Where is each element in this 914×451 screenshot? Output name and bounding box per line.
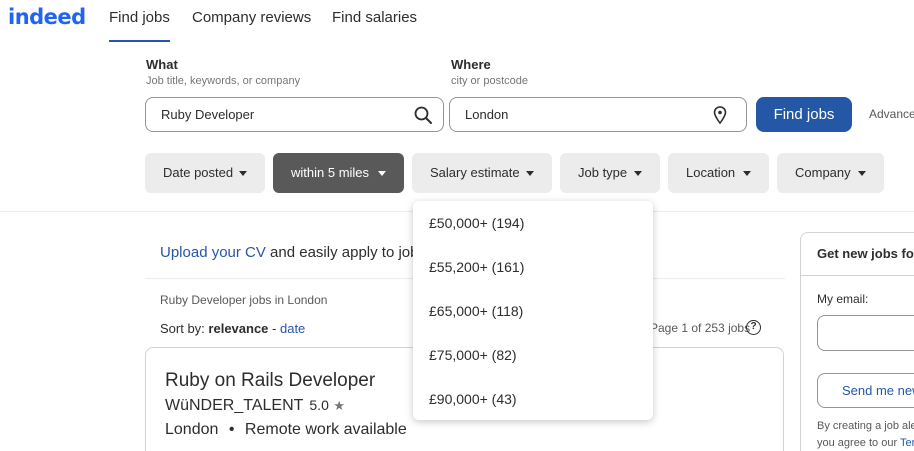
salary-option[interactable]: £65,000+ (118)	[429, 303, 523, 319]
filter-label: Location	[686, 165, 736, 180]
nav-find-jobs[interactable]: Find jobs	[109, 9, 170, 42]
terms-line-1: By creating a job alert,	[817, 420, 914, 432]
sort-date-link[interactable]: date	[280, 321, 305, 336]
location-text: London	[165, 421, 219, 438]
caret-down-icon	[743, 171, 751, 176]
filter-salary-estimate[interactable]: Salary estimate	[412, 153, 552, 193]
nav-find-salaries[interactable]: Find salaries	[332, 9, 417, 42]
filter-company[interactable]: Company	[777, 153, 884, 193]
filter-label: Job type	[578, 165, 628, 180]
salary-dropdown: £50,000+ (194) £55,200+ (161) £65,000+ (…	[413, 201, 653, 420]
caret-down-icon	[858, 171, 866, 176]
what-sublabel: Job title, keywords, or company	[146, 75, 301, 87]
terms-link[interactable]: Terms	[900, 437, 914, 449]
terms-line-2: you agree to our Terms	[817, 435, 914, 451]
alert-terms-text: By creating a job alert, you agree to ou…	[817, 418, 914, 451]
divider	[801, 275, 914, 276]
filter-distance[interactable]: within 5 miles	[273, 153, 404, 193]
job-location: London • Remote work available	[165, 421, 407, 439]
salary-option[interactable]: £55,200+ (161)	[429, 259, 524, 275]
location-pin-icon	[713, 106, 727, 125]
email-input[interactable]	[817, 315, 914, 351]
remote-badge: Remote work available	[244, 421, 407, 438]
what-input-value: Ruby Developer	[161, 107, 255, 122]
caret-down-icon	[526, 171, 534, 176]
job-title[interactable]: Ruby on Rails Developer	[165, 370, 375, 392]
caret-down-icon	[378, 171, 386, 176]
sort-label: Sort by:	[160, 321, 205, 336]
send-jobs-button[interactable]: Send me new jobs	[817, 373, 914, 408]
where-label: Where	[451, 57, 491, 72]
filter-date-posted[interactable]: Date posted	[145, 153, 265, 193]
breadcrumb: Ruby Developer jobs in London	[160, 293, 328, 307]
bullet-separator: •	[228, 421, 235, 438]
where-input-value: London	[465, 107, 509, 122]
salary-option[interactable]: £90,000+ (43)	[429, 391, 517, 407]
top-nav: indeed Find jobs Company reviews Find sa…	[0, 0, 914, 42]
where-input[interactable]: London	[449, 97, 747, 132]
sort-relevance: relevance	[208, 321, 269, 336]
job-company: WüNDER_TALENT 5.0 ★	[165, 397, 345, 415]
nav-company-reviews[interactable]: Company reviews	[192, 9, 311, 42]
job-alert-title: Get new jobs for this search by email	[817, 246, 914, 261]
job-alert-panel: Get new jobs for this search by email My…	[800, 232, 914, 451]
indeed-logo[interactable]: indeed	[8, 5, 86, 29]
what-label: What	[146, 57, 178, 72]
page-count: Page 1 of 253 jobs	[650, 321, 751, 335]
what-input[interactable]: Ruby Developer	[145, 97, 444, 132]
caret-down-icon	[634, 171, 642, 176]
find-jobs-button[interactable]: Find jobs	[756, 97, 852, 132]
salary-option[interactable]: £50,000+ (194)	[429, 215, 524, 231]
email-label: My email:	[817, 292, 869, 306]
filter-location[interactable]: Location	[668, 153, 769, 193]
filter-label: Company	[795, 165, 851, 180]
star-icon: ★	[333, 398, 345, 413]
help-icon[interactable]: ?	[746, 320, 761, 335]
caret-down-icon	[239, 171, 247, 176]
filter-label: within 5 miles	[291, 165, 370, 180]
company-rating: 5.0	[309, 397, 329, 413]
salary-option[interactable]: £75,000+ (82)	[429, 347, 517, 363]
upload-cv-link[interactable]: Upload your CV	[160, 244, 266, 261]
terms-prefix: you agree to our	[817, 437, 900, 449]
where-sublabel: city or postcode	[451, 75, 529, 87]
sort-control: Sort by: relevance - date	[160, 321, 305, 336]
filter-label: Date posted	[163, 165, 234, 180]
company-name[interactable]: WüNDER_TALENT	[165, 397, 303, 414]
filter-label: Salary estimate	[430, 165, 520, 180]
advanced-search-link[interactable]: Advanced	[869, 107, 914, 121]
sort-separator: -	[268, 321, 280, 336]
filter-job-type[interactable]: Job type	[560, 153, 660, 193]
search-icon[interactable]	[413, 105, 433, 125]
